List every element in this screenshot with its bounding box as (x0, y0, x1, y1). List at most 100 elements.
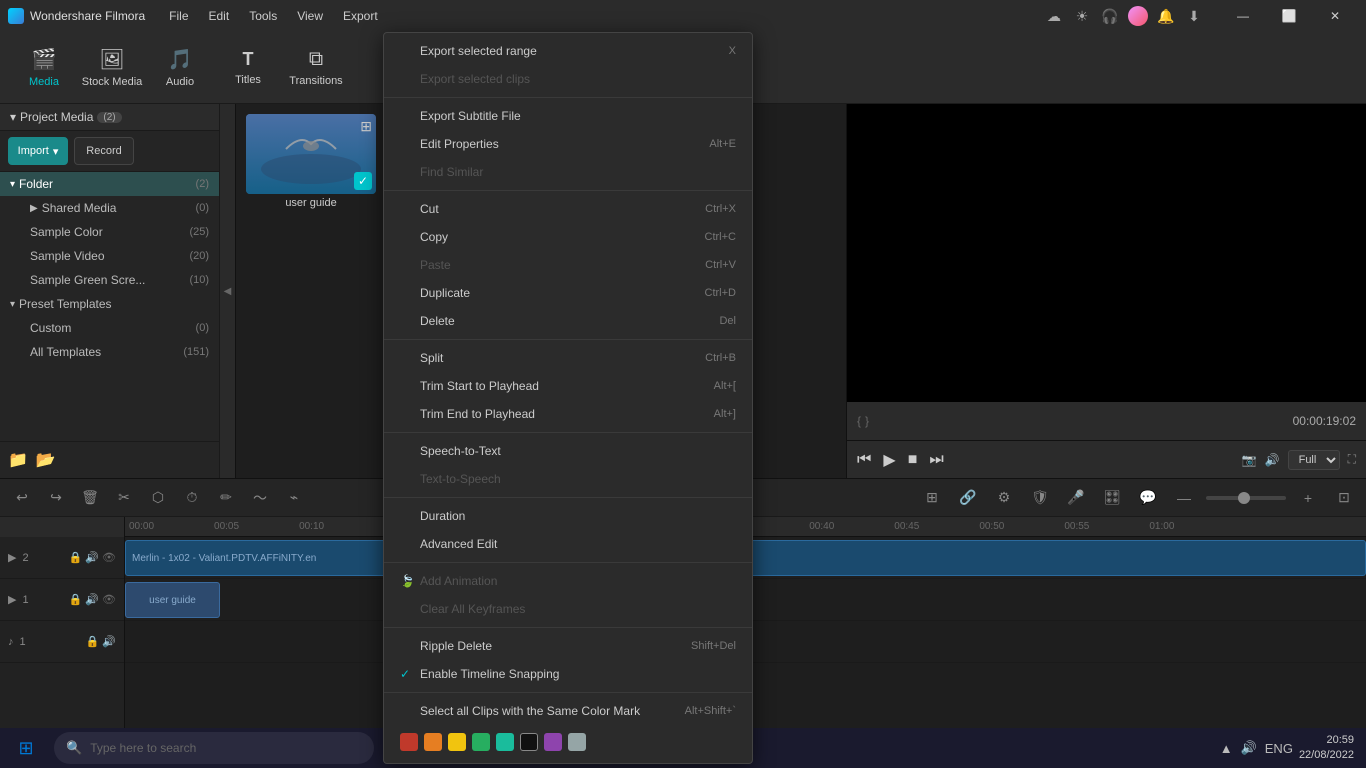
toolbar-transitions[interactable]: ⧉ Transitions (284, 40, 348, 96)
tree-sample-green-screen[interactable]: Sample Green Scre... (10) (0, 268, 219, 292)
folder-icon[interactable]: 📂 (36, 450, 56, 470)
track-2-vol-icon[interactable]: 🔊 (85, 551, 99, 564)
fit-button[interactable]: ⊡ (1330, 484, 1358, 512)
color-dot-purple[interactable] (544, 733, 562, 751)
menu-tools[interactable]: Tools (241, 5, 285, 27)
toolbar-titles[interactable]: T Titles (216, 40, 280, 96)
menu-view[interactable]: View (289, 5, 331, 27)
ctx-duration[interactable]: Duration (384, 502, 752, 530)
track-2-eye-icon[interactable]: 👁 (102, 551, 116, 564)
color-dot-orange[interactable] (424, 733, 442, 751)
sun-icon[interactable]: ☀ (1072, 6, 1092, 26)
language-icon[interactable]: ENG (1265, 741, 1293, 756)
add-folder-icon[interactable]: 📁 (8, 450, 28, 470)
stop-icon[interactable]: ■ (908, 451, 918, 469)
crop-button[interactable]: ⬡ (144, 484, 172, 512)
ctx-copy[interactable]: Copy Ctrl+C (384, 223, 752, 251)
mic-button[interactable]: 🎤 (1062, 484, 1090, 512)
audio-vol-icon[interactable]: 🔊 (102, 635, 116, 648)
step-forward-icon[interactable]: ⏭ (929, 451, 943, 469)
media-thumbnail[interactable]: ✓ ⊞ user guide (246, 114, 376, 209)
menu-edit[interactable]: Edit (201, 5, 238, 27)
ctx-speech-to-text[interactable]: Speech-to-Text (384, 437, 752, 465)
speed-button[interactable]: ⏱ (178, 484, 206, 512)
link-button[interactable]: 🔗 (954, 484, 982, 512)
subtitle-button[interactable]: 💬 (1134, 484, 1162, 512)
expand-tray-icon[interactable]: ▲ (1220, 741, 1233, 756)
color-dot-gray[interactable] (568, 733, 586, 751)
ctx-enable-snapping[interactable]: ✓ Enable Timeline Snapping (384, 660, 752, 688)
ctx-cut[interactable]: Cut Ctrl+X (384, 195, 752, 223)
color-dot-black[interactable] (520, 733, 538, 751)
edit-button[interactable]: ✏ (212, 484, 240, 512)
speaker-icon[interactable]: 🔊 (1241, 740, 1257, 756)
color-dot-green[interactable] (472, 733, 490, 751)
ctx-trim-start[interactable]: Trim Start to Playhead Alt+[ (384, 372, 752, 400)
toolbar-stock-media[interactable]: 🖼 Stock Media (80, 40, 144, 96)
tree-all-templates[interactable]: All Templates (151) (0, 340, 219, 364)
tree-preset-templates[interactable]: ▾ Preset Templates (0, 292, 219, 316)
ctx-trim-end[interactable]: Trim End to Playhead Alt+] (384, 400, 752, 428)
ctx-ripple-delete[interactable]: Ripple Delete Shift+Del (384, 632, 752, 660)
shield-button[interactable]: 🛡 (1026, 484, 1054, 512)
color-dot-red[interactable] (400, 733, 418, 751)
start-button[interactable]: ⊞ (4, 728, 48, 768)
zoom-out-button[interactable]: — (1170, 484, 1198, 512)
ctx-export-subtitle[interactable]: Export Subtitle File (384, 102, 752, 130)
tree-sample-color[interactable]: Sample Color (25) (0, 220, 219, 244)
taskbar-clock[interactable]: 20:59 22/08/2022 (1299, 733, 1354, 764)
settings-icon[interactable]: ⚙ (990, 484, 1018, 512)
undo-button[interactable]: ↩ (8, 484, 36, 512)
menu-file[interactable]: File (161, 5, 196, 27)
menu-export[interactable]: Export (335, 5, 386, 27)
audio-edit-button[interactable]: 〜 (246, 484, 274, 512)
tree-sample-video[interactable]: Sample Video (20) (0, 244, 219, 268)
zoom-slider[interactable] (1206, 496, 1286, 500)
toolbar-audio[interactable]: 🎵 Audio (148, 40, 212, 96)
close-button[interactable]: ✕ (1312, 0, 1358, 32)
track-1-vol-icon[interactable]: 🔊 (85, 593, 99, 606)
volume-icon[interactable]: 🔊 (1265, 453, 1280, 467)
add-to-timeline-button[interactable]: ⊞ (918, 484, 946, 512)
download-icon[interactable]: ⬇ (1184, 6, 1204, 26)
color-dot-teal[interactable] (496, 733, 514, 751)
ctx-export-range[interactable]: Export selected range X (384, 37, 752, 65)
notification-icon[interactable]: 🔔 (1156, 6, 1176, 26)
cut-button[interactable]: ✂ (110, 484, 138, 512)
ctx-edit-properties[interactable]: Edit Properties Alt+E (384, 130, 752, 158)
minimize-button[interactable]: — (1220, 0, 1266, 32)
screenshot-icon[interactable]: 📷 (1242, 453, 1257, 467)
track-2-lock-icon[interactable]: 🔒 (69, 551, 83, 564)
tree-folder[interactable]: ▾ Folder (2) (0, 172, 219, 196)
video-clip-1[interactable]: user guide (125, 582, 220, 618)
mix-button[interactable]: 🎛 (1098, 484, 1126, 512)
panel-collapse-button[interactable]: ◀ (220, 104, 236, 478)
step-back-icon[interactable]: ⏮ (857, 451, 871, 469)
effect-button[interactable]: ⌁ (280, 484, 308, 512)
ctx-delete[interactable]: Delete Del (384, 307, 752, 335)
redo-button[interactable]: ↪ (42, 484, 70, 512)
tree-custom[interactable]: Custom (0) (0, 316, 219, 340)
ctx-split[interactable]: Split Ctrl+B (384, 344, 752, 372)
tree-shared-media[interactable]: ▶ Shared Media (0) (0, 196, 219, 220)
maximize-button[interactable]: ⬜ (1266, 0, 1312, 32)
fullscreen-icon[interactable]: ⛶ (1348, 452, 1356, 467)
ctx-select-same-color[interactable]: Select all Clips with the Same Color Mar… (384, 697, 752, 725)
cloud-icon[interactable]: ☁ (1044, 6, 1064, 26)
color-dot-yellow[interactable] (448, 733, 466, 751)
play-icon[interactable]: ▶ (883, 450, 895, 470)
taskbar-search[interactable]: 🔍 Type here to search (54, 732, 374, 764)
track-1-lock-icon[interactable]: 🔒 (69, 593, 83, 606)
track-1-eye-icon[interactable]: 👁 (102, 593, 116, 606)
quality-select[interactable]: Full 1/2 1/4 (1288, 450, 1340, 470)
audio-lock-icon[interactable]: 🔒 (86, 635, 100, 648)
record-button[interactable]: Record (74, 137, 134, 165)
toolbar-media[interactable]: 🎬 Media (12, 40, 76, 96)
ctx-advanced-edit[interactable]: Advanced Edit (384, 530, 752, 558)
import-button[interactable]: Import ▾ (8, 137, 68, 165)
headset-icon[interactable]: 🎧 (1100, 6, 1120, 26)
ctx-duplicate[interactable]: Duplicate Ctrl+D (384, 279, 752, 307)
zoom-in-button[interactable]: + (1294, 484, 1322, 512)
delete-button[interactable]: 🗑 (76, 484, 104, 512)
user-avatar[interactable] (1128, 6, 1148, 26)
